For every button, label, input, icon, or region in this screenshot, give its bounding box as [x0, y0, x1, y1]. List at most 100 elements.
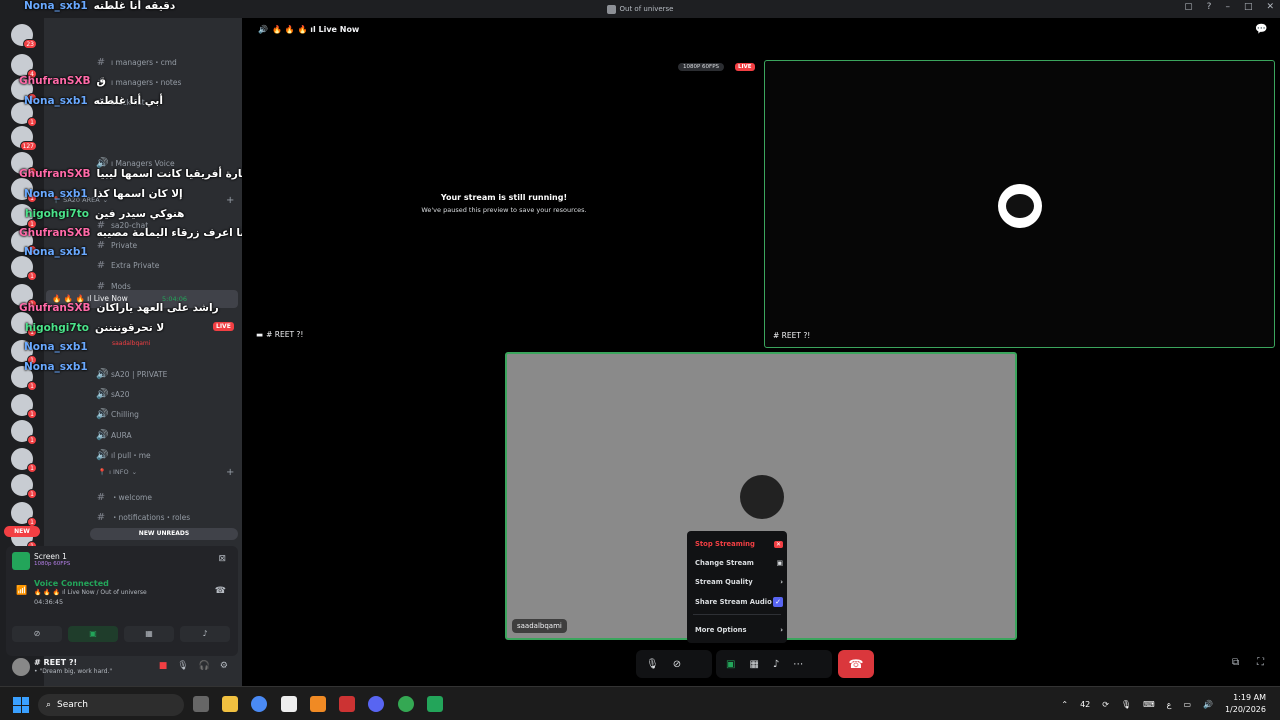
server-icon[interactable]: 1	[11, 448, 37, 473]
channel-label: Extra Private	[111, 260, 160, 270]
chat-overlay-message: Nona_sxb1	[24, 361, 94, 373]
camera-off-icon[interactable]: ⊘	[673, 659, 681, 670]
user-avatar	[740, 475, 784, 519]
server-icon[interactable]: 1	[11, 502, 37, 527]
mic-icon[interactable]: 🎙	[646, 659, 659, 670]
stop-share-icon[interactable]: ⊠	[218, 554, 226, 564]
server-icon[interactable]: 23	[11, 24, 37, 49]
soundboard-icon[interactable]: ♪	[773, 659, 779, 670]
app-icon[interactable]	[427, 696, 443, 712]
server-icon[interactable]: 4	[11, 54, 37, 79]
camera-icon[interactable]: ■	[159, 661, 168, 671]
chat-overlay-message: higohgi7to لا تحرقوننننن	[25, 322, 164, 334]
stream-quality-item[interactable]: Stream Quality ›	[695, 578, 783, 586]
help-icon[interactable]: ?	[1207, 2, 1212, 12]
sync-icon[interactable]: ⟳	[1102, 700, 1109, 709]
voice-channel-path[interactable]: 🔥 🔥 🔥 ıl Live Now / Out of universe	[34, 589, 147, 596]
minimize-button[interactable]: –	[1225, 2, 1230, 12]
voice-channel-icon: 🔊	[96, 449, 109, 461]
channel-item[interactable]: # Extra Private	[96, 257, 160, 273]
new-pill[interactable]: NEW	[4, 526, 40, 537]
channel-item[interactable]: # ・notifications・roles	[96, 509, 190, 525]
activities-button[interactable]: ▦	[124, 626, 174, 642]
chrome-icon[interactable]	[251, 696, 267, 712]
keyboard-icon[interactable]: ⌨	[1143, 700, 1155, 709]
channel-item[interactable]: # ı managers・notes	[96, 74, 182, 90]
user-tile[interactable]: # REET ?!	[764, 60, 1275, 348]
chat-overlay-message: Nona_sxb1 أبي أنا غلطته	[24, 95, 163, 107]
voice-channel-icon: 🔊	[96, 388, 109, 400]
chat-overlay-message: GhufranSXB ق	[19, 75, 106, 87]
file-explorer-icon[interactable]	[222, 696, 238, 712]
screen-share-button[interactable]: ▣	[68, 626, 118, 642]
share-audio-item[interactable]: Share Stream Audio ✓	[695, 597, 783, 607]
chat-text: دقيقه أنا غلطته	[93, 0, 176, 12]
maximize-button[interactable]: □	[1244, 2, 1253, 12]
clock[interactable]: 1:19 AM 1/20/2026	[1225, 692, 1266, 716]
more-icon[interactable]: ⋯	[793, 659, 803, 670]
stream-context-menu: Stop Streaming ✕ Change Stream ▣ Stream Qu…	[687, 531, 787, 643]
mic-icon[interactable]: 🎙	[177, 661, 188, 671]
user-status: • "Dream big, work hard."	[34, 668, 113, 675]
screen-quality: 1080p 60FPS	[34, 561, 71, 567]
app-icon[interactable]	[339, 696, 355, 712]
inbox-icon[interactable]: ▢	[1184, 2, 1193, 12]
fullscreen-icon[interactable]: ⛶	[1257, 657, 1264, 668]
user-avatar[interactable]	[12, 658, 30, 676]
disconnect-icon[interactable]: ☎	[215, 586, 226, 596]
chevron-up-icon[interactable]: ⌃	[1061, 700, 1068, 709]
channel-item[interactable]: # Private	[96, 237, 137, 253]
channel-item[interactable]: 🔊 Chilling	[96, 406, 139, 422]
channel-item[interactable]: # ı managers・cmd	[96, 54, 177, 70]
activities-icon[interactable]: ▦	[749, 659, 758, 670]
quality-badge: 1080P 60FPS	[678, 63, 725, 71]
task-view-icon[interactable]	[193, 696, 209, 712]
notepad-icon[interactable]	[281, 696, 297, 712]
disconnect-button[interactable]: ☎	[838, 650, 874, 678]
unread-badge: 23	[23, 39, 37, 49]
change-stream-item[interactable]: Change Stream ▣	[695, 559, 783, 567]
close-button[interactable]: ✕	[1266, 2, 1274, 12]
chat-overlay-message: Nona_sxb1 إلا كان اسمها كذا	[24, 188, 183, 200]
channel-item[interactable]: # ・welcome	[96, 489, 152, 505]
category-info[interactable]: 📍 ı INFO ⌄	[98, 468, 137, 476]
server-icon[interactable]: 1	[11, 256, 37, 281]
channel-item[interactable]: 🔊 ıl pull・me	[96, 447, 151, 463]
channel-item[interactable]: 🔊 AURA	[96, 427, 132, 443]
headphones-icon[interactable]: 🎧	[199, 661, 210, 671]
discord-icon[interactable]	[368, 696, 384, 712]
app-icon[interactable]	[310, 696, 326, 712]
volume-icon[interactable]: 🔊	[1203, 700, 1213, 709]
channel-item[interactable]: 🔊 sA20	[96, 386, 130, 402]
popout-icon[interactable]: ⧉	[1232, 657, 1239, 668]
stream-tile-paused[interactable]: 1080P 60FPS LIVE Your stream is still ru…	[250, 60, 758, 348]
channel-item[interactable]: 🔊 sA20 | PRIVATE	[96, 366, 167, 382]
signal-icon[interactable]: 📶	[16, 586, 27, 596]
live-user[interactable]: saadalbqami	[112, 335, 150, 351]
more-options-item[interactable]: More Options ›	[695, 626, 783, 634]
user-name[interactable]: # REET ?!	[34, 658, 77, 667]
settings-gear-icon[interactable]: ⚙	[220, 661, 228, 671]
tile-name: ▬ # REET ?!	[256, 330, 304, 339]
window-title: Out of universe	[619, 5, 674, 13]
mic-icon[interactable]: 🎙	[1121, 700, 1131, 709]
chat-overlay-message: Nona_sxb1	[24, 246, 94, 258]
screen-share-icon[interactable]: ▣	[726, 659, 735, 670]
new-unreads-button[interactable]: NEW UNREADS	[90, 528, 238, 540]
soundboard-button[interactable]: ♪	[180, 626, 230, 642]
chat-icon[interactable]: 💬	[1255, 24, 1267, 35]
server-icon[interactable]: 1	[11, 420, 37, 445]
network-icon[interactable]: ▭	[1183, 700, 1191, 709]
server-icon[interactable]: 1	[11, 474, 37, 499]
unread-badge: 1	[27, 117, 37, 127]
language-indicator[interactable]: ع	[1167, 700, 1172, 709]
stop-streaming-item[interactable]: Stop Streaming ✕	[695, 540, 783, 548]
chat-username: GhufranSXB	[19, 75, 91, 87]
taskbar-search[interactable]: ⌕ Search	[38, 694, 184, 716]
chrome-icon[interactable]	[398, 696, 414, 712]
screen-icon: ▣	[776, 559, 783, 567]
server-icon[interactable]: 1	[11, 394, 37, 419]
server-icon[interactable]: 127	[11, 126, 37, 151]
camera-off-button[interactable]: ⊘	[12, 626, 62, 642]
windows-start-icon[interactable]	[13, 697, 29, 713]
